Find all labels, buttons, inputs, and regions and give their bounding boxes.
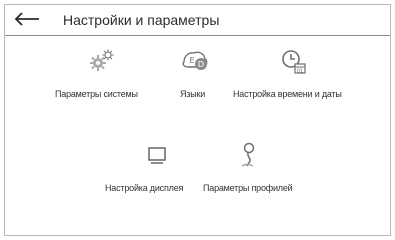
language-icon: D E (182, 51, 208, 70)
tile-label: Параметры системы (55, 89, 138, 99)
clock-calendar-icon: 01 (282, 50, 306, 75)
settings-screen: Настройки и параметры Параметры системы … (4, 4, 391, 236)
tile-display[interactable]: Настройка дисплея (105, 145, 195, 193)
tile-label: Настройка времени и даты (233, 89, 342, 99)
tile-time-date[interactable]: 01 Настройка времени и даты (233, 49, 353, 99)
back-button[interactable] (11, 7, 45, 33)
svg-text:01: 01 (297, 69, 303, 75)
svg-text:D: D (198, 60, 204, 69)
gears-icon (90, 49, 114, 71)
tile-languages[interactable]: D E Языки (175, 49, 215, 99)
display-icon (148, 147, 166, 164)
svg-text:E: E (189, 56, 194, 65)
profile-icon (241, 142, 255, 167)
tile-profiles[interactable]: Параметры профилей (201, 141, 301, 193)
tile-label: Языки (180, 89, 206, 99)
tile-label: Параметры профилей (203, 183, 293, 193)
tile-label: Настройка дисплея (105, 183, 184, 193)
arrow-left-icon (14, 12, 39, 26)
title-bar: Настройки и параметры (5, 5, 390, 36)
tile-system-parameters[interactable]: Параметры системы (55, 49, 145, 99)
page-title: Настройки и параметры (63, 12, 220, 28)
